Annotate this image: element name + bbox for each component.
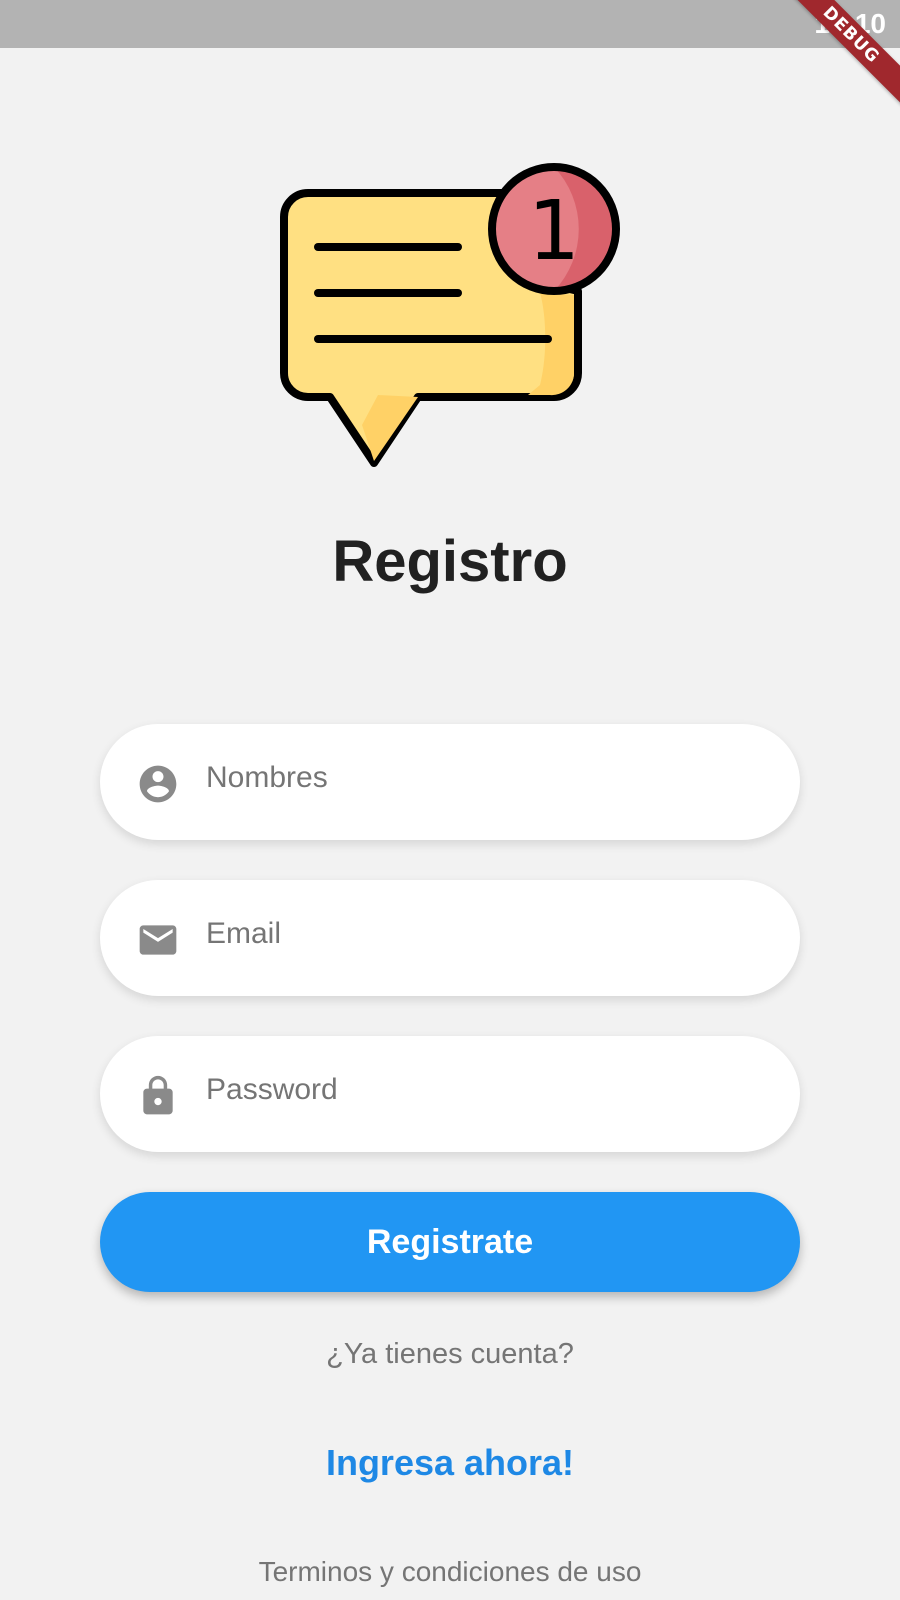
password-input[interactable]	[206, 1060, 766, 1120]
chat-notification-icon: 1	[280, 163, 620, 467]
terms-link[interactable]: Terminos y condiciones de uso	[0, 1556, 900, 1588]
email-input[interactable]	[206, 904, 766, 964]
name-field[interactable]	[100, 724, 800, 840]
name-input[interactable]	[206, 748, 766, 808]
have-account-text: ¿Ya tienes cuenta?	[326, 1338, 574, 1370]
status-bar: 16:10	[0, 0, 900, 48]
account-circle-icon	[139, 765, 177, 803]
register-button[interactable]: Registrate	[100, 1192, 800, 1292]
login-link[interactable]: Ingresa ahora!	[0, 1442, 900, 1484]
notification-badge-count: 1	[528, 184, 580, 279]
password-field[interactable]	[100, 1036, 800, 1152]
lock-icon	[143, 1075, 173, 1115]
email-field[interactable]	[100, 880, 800, 996]
mail-icon	[139, 925, 177, 955]
page-title: Registro	[332, 529, 568, 594]
